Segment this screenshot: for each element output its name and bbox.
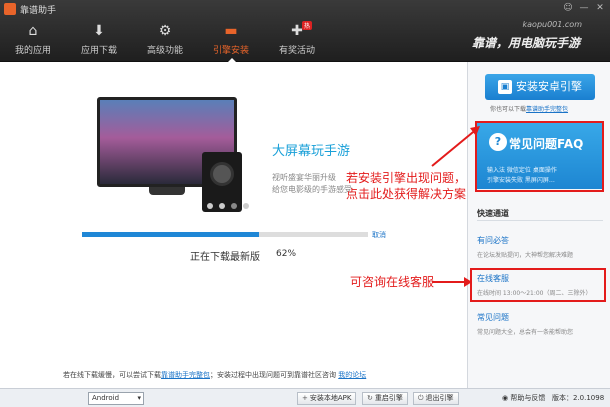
quick-item-desc: 常见问题大全，总会有一条能帮助您: [477, 329, 574, 336]
minimize-icon[interactable]: —: [578, 2, 590, 14]
nav-my-apps[interactable]: ⌂ 我的应用: [0, 18, 66, 62]
nav-label: 有奖活动: [278, 46, 315, 56]
also-download: 你也可以下载靠谱助手完整包: [490, 104, 568, 113]
quick-item-faq[interactable]: 常见问题 常见问题大全，总会有一条能帮助您: [477, 312, 573, 336]
download-percent: 62%: [276, 249, 297, 259]
full-package-sidebar-link[interactable]: 靠谱助手完整包: [526, 106, 568, 113]
download-progress-bar: [82, 232, 368, 237]
faq-annotation: 若安装引擎出现问题， 点击此处获得解决方案: [346, 170, 481, 202]
service-annotation: 可咨询在线客服: [350, 275, 435, 289]
nav-app-download[interactable]: ⬇ 应用下载: [66, 18, 132, 62]
skin-icon[interactable]: ☺: [562, 2, 574, 14]
nav-label: 应用下载: [80, 46, 117, 56]
main-nav: ⌂ 我的应用 ⬇ 应用下载 ⚙ 高级功能 ▬ 引擎安装 ✚ 热 有奖活动: [0, 18, 330, 63]
quick-item-title: 常见问题: [477, 313, 509, 322]
exit-engine-button[interactable]: ⏻ 退出引擎: [413, 392, 459, 405]
quick-item-qa[interactable]: 有问必答 在论坛发贴提问，大神帮您解决难题: [477, 235, 573, 259]
refresh-icon: ↻: [367, 394, 373, 402]
quick-channel-title: 快速通道: [477, 209, 509, 218]
version-label: 版本：2.0.1098: [552, 394, 605, 402]
engine-icon: ▬: [224, 23, 238, 39]
restart-engine-button[interactable]: ↻ 重启引擎: [362, 392, 408, 405]
install-local-apk-button[interactable]: + 安装本地APK: [297, 392, 357, 405]
banner-title: 大屏幕玩手游: [272, 144, 351, 159]
nav-label: 高级功能: [146, 46, 183, 56]
button-label: 重启引擎: [374, 394, 403, 402]
main-panel: 大屏幕玩手游 视听盛宴华丽升级 给您电影级的手游感受 取消 正在下载最新版 62…: [0, 62, 467, 388]
also-text: 你也可以下载: [490, 106, 527, 113]
chevron-down-icon: ▾: [137, 394, 141, 402]
install-engine-button[interactable]: ▣ 安装安卓引擎: [485, 74, 595, 100]
home-icon: ⌂: [28, 23, 38, 39]
os-select[interactable]: Android ▾: [88, 392, 144, 405]
power-icon: ⏻: [418, 394, 424, 402]
slogan: 靠谱，用电脑玩手游: [471, 36, 580, 50]
download-progress-fill: [82, 232, 260, 237]
help-label: 帮助与反馈: [510, 394, 546, 402]
carousel-dot-active[interactable]: [231, 203, 237, 209]
download-status: 正在下载最新版: [190, 252, 260, 263]
window-controls: ☺ — ✕: [562, 2, 606, 14]
nav-label: 我的应用: [14, 46, 51, 56]
carousel-dot[interactable]: [219, 203, 225, 209]
download-box-icon: ⬇: [93, 23, 105, 39]
banner-subtitle-2: 给您电影级的手游感受: [272, 185, 352, 194]
annotation-line: 若安装引擎出现问题，: [346, 171, 467, 185]
nav-label: 引擎安装: [212, 46, 249, 56]
divider: [477, 220, 603, 221]
banner-subtitle-1: 视听盛宴华丽升级: [272, 173, 336, 182]
note-text: ；安装过程中出现问题可到靠谱社区咨询: [210, 371, 336, 379]
top-bar: 靠谱助手 ☺ — ✕ kaopu001.com 靠谱，用电脑玩手游 ⌂ 我的应用…: [0, 0, 610, 63]
carousel-dot[interactable]: [243, 203, 249, 209]
right-sidebar: ▣ 安装安卓引擎 你也可以下载靠谱助手完整包 ? 常见问题FAQ 输入法 微信定位…: [467, 62, 610, 388]
service-highlight-box: [470, 268, 606, 302]
faq-highlight-box: [475, 121, 604, 192]
tv-stand: [149, 187, 185, 195]
bottom-bar: Android ▾ + 安装本地APK ↻ 重启引擎 ⏻ 退出引擎 ◉ 帮助与反馈 版本…: [0, 388, 610, 407]
help-note: 若在线下载缓慢，可以尝试下载靠谱助手完整包；安装过程中出现问题可到靠谱社区咨询 …: [63, 370, 366, 380]
plus-icon: +: [302, 394, 308, 402]
button-label: 安装本地APK: [309, 394, 352, 402]
close-icon[interactable]: ✕: [594, 2, 606, 14]
nav-advanced[interactable]: ⚙ 高级功能: [132, 18, 198, 62]
gears-icon: ⚙: [158, 23, 172, 39]
annotation-line: 点击此处获得解决方案: [346, 187, 467, 201]
os-select-value: Android: [92, 394, 120, 402]
install-engine-label: 安装安卓引擎: [516, 80, 582, 93]
hot-badge: 热: [301, 21, 312, 30]
help-feedback-link[interactable]: ◉ 帮助与反馈: [502, 393, 545, 403]
app-logo-icon: [4, 3, 16, 15]
site-url: kaopu001.com: [522, 20, 582, 29]
button-label: 退出引擎: [425, 394, 454, 402]
cancel-link[interactable]: 取消: [372, 230, 386, 240]
forum-link[interactable]: 我的论坛: [338, 371, 366, 379]
full-package-link[interactable]: 靠谱助手完整包: [161, 371, 210, 379]
nav-engine-install[interactable]: ▬ 引擎安装: [198, 18, 264, 63]
note-text: 若在线下载缓慢，可以尝试下载: [63, 371, 161, 379]
carousel-dots: [207, 203, 249, 209]
quick-item-title: 有问必答: [477, 236, 509, 245]
app-title: 靠谱助手: [20, 6, 57, 16]
quick-item-desc: 在论坛发贴提问，大神帮您解决难题: [477, 252, 574, 259]
android-icon: ▣: [498, 80, 512, 94]
nav-rewards[interactable]: ✚ 热 有奖活动: [264, 18, 330, 62]
carousel-dot[interactable]: [207, 203, 213, 209]
